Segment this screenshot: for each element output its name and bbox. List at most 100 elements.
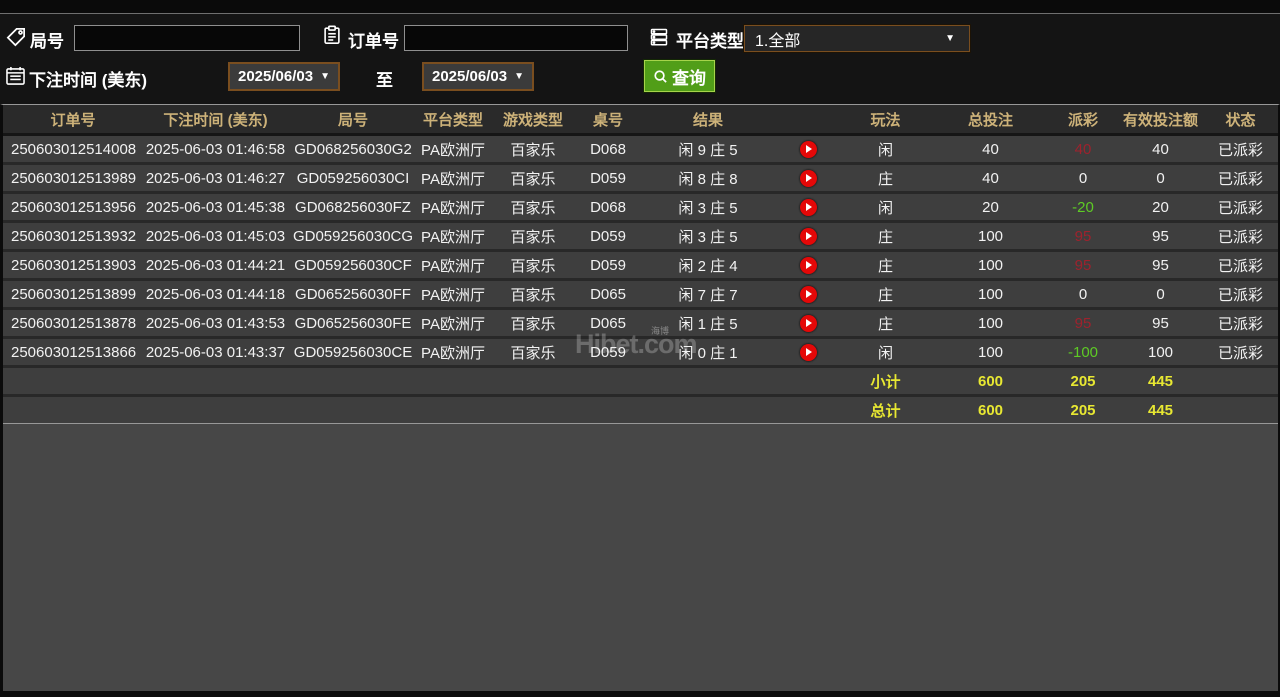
- bet-time: 2025-06-03 01:43:37: [145, 343, 286, 361]
- game-no: GD068256030FZ: [295, 198, 411, 216]
- game-type: 百家乐: [510, 286, 556, 304]
- play-icon: [806, 261, 812, 269]
- table-row[interactable]: 250603012513899 2025-06-03 01:44:18 GD06…: [3, 281, 1278, 310]
- bet-time: 2025-06-03 01:44:21: [145, 256, 286, 274]
- result: 闲 0 庄 1: [678, 344, 738, 362]
- total-bet: 100: [977, 285, 1004, 303]
- col-header-payout: 派彩: [1067, 111, 1098, 129]
- search-button[interactable]: 查询: [644, 60, 715, 92]
- valid-bet: 0: [1156, 285, 1165, 303]
- platform: PA欧洲厅: [421, 257, 485, 275]
- order-no: 250603012513903: [11, 256, 137, 274]
- order-no-input[interactable]: [404, 25, 628, 51]
- grand-total-payout: 205: [1070, 401, 1096, 419]
- game-no-label: 局号: [30, 32, 64, 51]
- bet-time: 2025-06-03 01:46:58: [145, 140, 286, 158]
- game-no: GD059256030CI: [296, 169, 410, 187]
- game-type: 百家乐: [510, 344, 556, 362]
- valid-bet: 95: [1152, 256, 1169, 274]
- col-header-total-bet: 总投注: [967, 111, 1013, 129]
- total-bet: 100: [977, 256, 1004, 274]
- col-header-result: 结果: [692, 111, 723, 129]
- bet-time: 2025-06-03 01:44:18: [145, 285, 286, 303]
- order-no: 250603012513866: [11, 343, 137, 361]
- platform-select[interactable]: 1.全部 ▼: [744, 25, 970, 52]
- total-bet: 20: [982, 198, 999, 216]
- col-header-bet-side: 玩法: [870, 111, 901, 129]
- status-badge: 已派彩: [1217, 286, 1263, 304]
- bottom-chrome-strip: [0, 691, 1280, 697]
- play-video-button[interactable]: [799, 198, 817, 216]
- bet-side: 闲: [877, 199, 893, 217]
- table-row[interactable]: 250603012513932 2025-06-03 01:45:03 GD05…: [3, 223, 1278, 252]
- bet-time-label: 下注时间 (美东): [29, 71, 148, 90]
- platform-select-value: 1.全部: [755, 32, 801, 50]
- bet-side: 闲: [877, 141, 893, 159]
- subtotal-row: 小计 600 205 445: [3, 368, 1278, 397]
- bet-side: 庄: [877, 286, 893, 304]
- col-header-table-no: 桌号: [592, 111, 623, 129]
- table-row[interactable]: 250603012513989 2025-06-03 01:46:27 GD05…: [3, 165, 1278, 194]
- bet-side: 庄: [877, 228, 893, 246]
- grand-total-label: 总计: [870, 402, 901, 420]
- order-no-label: 订单号: [348, 32, 399, 51]
- bet-side: 庄: [877, 170, 893, 188]
- grand-total-total-bet: 600: [977, 401, 1004, 419]
- game-type: 百家乐: [510, 170, 556, 188]
- play-icon: [806, 319, 812, 327]
- result: 闲 3 庄 5: [678, 228, 738, 246]
- date-to-value: 2025/06/03: [432, 68, 508, 85]
- table-row[interactable]: 250603012513903 2025-06-03 01:44:21 GD05…: [3, 252, 1278, 281]
- game-no-input[interactable]: [74, 25, 300, 51]
- grand-total-valid-bet: 445: [1147, 401, 1174, 419]
- valid-bet: 0: [1156, 169, 1165, 187]
- order-no: 250603012513899: [11, 285, 137, 303]
- play-video-button[interactable]: [799, 169, 817, 187]
- play-video-button[interactable]: [799, 140, 817, 158]
- result: 闲 3 庄 5: [678, 199, 738, 217]
- valid-bet: 95: [1152, 314, 1169, 332]
- table-row[interactable]: 250603012513878 2025-06-03 01:43:53 GD06…: [3, 310, 1278, 339]
- result: 闲 9 庄 5: [678, 141, 738, 159]
- play-video-button[interactable]: [799, 227, 817, 245]
- chevron-down-icon: ▼: [945, 33, 955, 44]
- bet-side: 庄: [877, 315, 893, 333]
- play-icon: [806, 348, 812, 356]
- order-no: 250603012514008: [11, 140, 137, 158]
- top-chrome-strip: [0, 0, 1280, 14]
- bet-side: 闲: [877, 344, 893, 362]
- search-icon: [653, 69, 668, 84]
- payout: 95: [1074, 314, 1092, 332]
- date-to-select[interactable]: 2025/06/03 ▼: [422, 62, 534, 91]
- play-icon: [806, 145, 812, 153]
- bet-time: 2025-06-03 01:45:03: [145, 227, 286, 245]
- col-header-play-spacer: [778, 105, 838, 133]
- table-no: D059: [590, 169, 626, 187]
- payout: -20: [1072, 198, 1094, 216]
- search-button-label: 查询: [672, 68, 706, 88]
- game-no: GD059256030CE: [293, 343, 413, 361]
- play-video-button[interactable]: [799, 256, 817, 274]
- payout: 0: [1078, 169, 1088, 187]
- platform-list-icon: [649, 27, 669, 47]
- play-video-button[interactable]: [799, 285, 817, 303]
- date-from-value: 2025/06/03: [238, 68, 314, 85]
- table-row[interactable]: 250603012513866 2025-06-03 01:43:37 GD05…: [3, 339, 1278, 368]
- status-badge: 已派彩: [1217, 257, 1263, 275]
- bet-time: 2025-06-03 01:45:38: [145, 198, 286, 216]
- platform-type-label: 平台类型: [676, 32, 744, 51]
- platform: PA欧洲厅: [421, 315, 485, 333]
- payout: 0: [1078, 285, 1088, 303]
- table-row[interactable]: 250603012513956 2025-06-03 01:45:38 GD06…: [3, 194, 1278, 223]
- col-header-valid-bet: 有效投注额: [1122, 111, 1198, 129]
- result: 闲 1 庄 5: [678, 315, 738, 333]
- date-to-label: 至: [376, 71, 393, 90]
- platform: PA欧洲厅: [421, 170, 485, 188]
- date-from-select[interactable]: 2025/06/03 ▼: [228, 62, 340, 91]
- game-type: 百家乐: [510, 257, 556, 275]
- chevron-down-icon: ▼: [320, 71, 330, 82]
- platform: PA欧洲厅: [421, 286, 485, 304]
- play-video-button[interactable]: [799, 314, 817, 332]
- play-video-button[interactable]: [799, 343, 817, 361]
- table-row[interactable]: 250603012514008 2025-06-03 01:46:58 GD06…: [3, 136, 1278, 165]
